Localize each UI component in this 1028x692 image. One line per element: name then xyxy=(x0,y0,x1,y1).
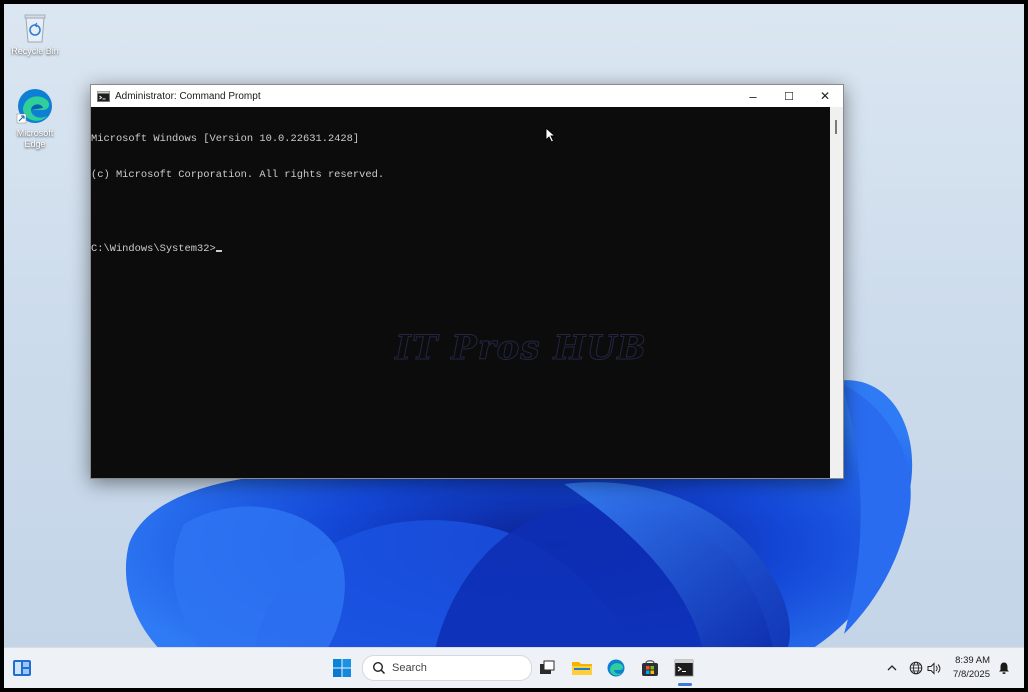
console-line: Microsoft Windows [Version 10.0.22631.24… xyxy=(91,132,360,145)
watermark: IT Pros HUB xyxy=(395,328,647,369)
minimize-button[interactable]: – xyxy=(735,85,771,107)
bell-icon xyxy=(999,662,1009,674)
desktop-icon-label: Microsoft Edge xyxy=(16,128,54,149)
file-explorer-button[interactable] xyxy=(570,656,594,680)
maximize-button[interactable]: ☐ xyxy=(771,85,807,107)
vertical-scrollbar[interactable] xyxy=(830,107,843,478)
console-line: (c) Microsoft Corporation. All rights re… xyxy=(91,169,385,182)
edge-taskbar-button[interactable] xyxy=(604,656,628,680)
active-app-indicator xyxy=(678,683,692,686)
cmd-icon xyxy=(97,90,110,102)
recycle-bin-icon xyxy=(24,14,46,43)
terminal-icon xyxy=(674,659,694,677)
minimize-icon: – xyxy=(749,88,757,104)
show-hidden-icons-button[interactable] xyxy=(880,656,904,680)
volume-button[interactable] xyxy=(922,656,946,680)
close-button[interactable]: ✕ xyxy=(807,85,843,107)
console-prompt-line: C:\Windows\System32> xyxy=(91,243,830,255)
store-button[interactable] xyxy=(638,656,662,680)
desktop-icon-edge[interactable]: Microsoft Edge xyxy=(4,86,66,150)
search-icon xyxy=(372,661,386,675)
clock-time: 8:39 AM xyxy=(955,655,990,666)
store-icon xyxy=(642,660,658,676)
globe-icon xyxy=(909,661,923,675)
terminal-taskbar-button[interactable] xyxy=(672,656,696,680)
task-view-icon xyxy=(540,660,555,674)
scrollbar-thumb[interactable] xyxy=(835,120,837,134)
edge-icon xyxy=(16,89,52,124)
taskbar-search[interactable]: Search xyxy=(362,655,532,681)
desktop-icon-label: Recycle Bin xyxy=(11,46,59,56)
desktop: Recycle Bin Microsoft Edge Administrator… xyxy=(4,4,1024,688)
task-view-button[interactable] xyxy=(535,656,559,680)
start-button[interactable] xyxy=(330,656,354,680)
edge-icon xyxy=(607,659,625,677)
console-output[interactable]: Microsoft Windows [Version 10.0.22631.24… xyxy=(91,107,830,478)
text-cursor xyxy=(215,250,222,253)
chevron-up-icon xyxy=(887,665,897,671)
clock-date: 7/8/2025 xyxy=(953,669,990,680)
search-label: Search xyxy=(392,662,427,674)
close-icon: ✕ xyxy=(819,89,831,103)
file-explorer-icon xyxy=(572,662,592,675)
widgets-button[interactable] xyxy=(10,656,34,680)
maximize-icon: ☐ xyxy=(784,90,794,103)
mouse-pointer-icon xyxy=(545,127,556,143)
clock[interactable]: 8:39 AM 7/8/2025 xyxy=(946,653,992,683)
command-prompt-window[interactable]: Administrator: Command Prompt – ☐ ✕ Micr… xyxy=(90,84,844,479)
taskbar: Search 8:39 AM 7/8/2025 xyxy=(4,647,1024,688)
window-title: Administrator: Command Prompt xyxy=(115,90,261,102)
console-prompt: C:\Windows\System32> xyxy=(91,243,216,256)
speaker-icon xyxy=(927,661,940,675)
desktop-icon-recycle-bin[interactable]: Recycle Bin xyxy=(4,10,66,57)
widgets-icon xyxy=(13,660,31,676)
start-icon xyxy=(333,659,351,677)
window-titlebar[interactable]: Administrator: Command Prompt – ☐ ✕ xyxy=(91,85,843,107)
notifications-button[interactable] xyxy=(992,656,1016,680)
